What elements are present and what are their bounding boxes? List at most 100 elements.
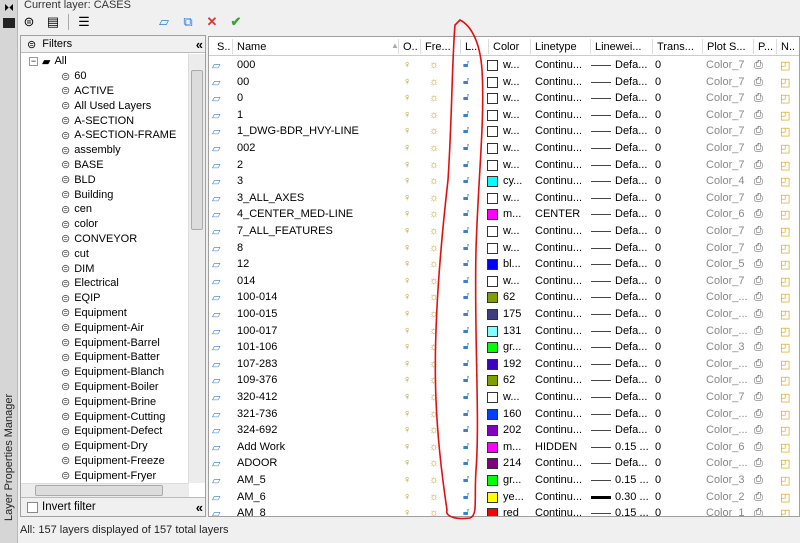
on-bulb-icon[interactable]: ♀ [403,92,411,104]
transparency[interactable]: 0 [655,208,661,220]
table-row[interactable]: ▱ 7_ALL_FEATURES ♀ ☼ 🔓︎ w... Continu... Defa...… [209,223,799,240]
transparency[interactable]: 0 [655,92,661,104]
plot-style[interactable]: Color_7 [706,59,745,71]
tree-node[interactable]: ⊜ ACTIVE [21,84,189,99]
table-row[interactable]: ▱ 0 ♀ ☼ 🔓︎ w... Continu... Defa... 0 Color_7 ⎙ ◰ [209,90,799,107]
lineweight[interactable]: Defa... [615,125,647,137]
color-name[interactable]: cy... [503,175,522,187]
table-row[interactable]: ▱ 320-412 ♀ ☼ 🔓︎ w... Continu... Defa... 0 Color_… [209,389,799,406]
column-header[interactable]: Color [493,41,519,53]
column-divider[interactable] [460,39,461,54]
lineweight[interactable]: 0.30 ... [615,491,649,503]
color-name[interactable]: 62 [503,374,515,386]
table-row[interactable]: ▱ 101-106 ♀ ☼ 🔓︎ gr... Continu... Defa... 0 Color… [209,339,799,356]
color-swatch[interactable] [487,441,498,453]
thaw-sun-icon[interactable]: ☼ [429,275,439,287]
new-vp-freeze-icon[interactable]: ◰ [780,441,790,454]
new-vp-freeze-icon[interactable]: ◰ [780,275,790,288]
linetype[interactable]: Continu... [535,159,582,171]
plot-style[interactable]: Color_5 [706,258,745,270]
thaw-sun-icon[interactable]: ☼ [429,291,439,303]
on-bulb-icon[interactable]: ♀ [403,142,411,154]
new-group-filter-icon[interactable]: ▤ [44,13,62,31]
color-swatch[interactable] [487,192,498,204]
lineweight[interactable]: Defa... [615,76,647,88]
layer-name[interactable]: 2 [237,159,243,171]
color-swatch[interactable] [487,242,498,254]
unlocked-icon[interactable]: 🔓︎ [463,474,469,485]
thaw-sun-icon[interactable]: ☼ [429,391,439,403]
tree-node[interactable]: ⊜ 60 [21,69,189,84]
thaw-sun-icon[interactable]: ☼ [429,92,439,104]
table-row[interactable]: ▱ 100-017 ♀ ☼ 🔓︎ 131 Continu... Defa... 0 Color_.… [209,323,799,340]
linetype[interactable]: CENTER [535,208,580,220]
on-bulb-icon[interactable]: ♀ [403,474,411,486]
plot-style[interactable]: Color_... [706,358,748,370]
table-row[interactable]: ▱ 3_ALL_AXES ♀ ☼ 🔓︎ w... Continu... Defa... 0 Col… [209,190,799,207]
linetype[interactable]: Continu... [535,507,582,516]
tree-node[interactable]: ⊜ BLD [21,172,189,187]
lineweight[interactable]: Defa... [615,341,647,353]
lineweight[interactable]: Defa... [615,325,647,337]
new-vp-freeze-icon[interactable]: ◰ [780,291,790,304]
plot-style[interactable]: Color_... [706,325,748,337]
on-bulb-icon[interactable]: ♀ [403,341,411,353]
unlocked-icon[interactable]: 🔓︎ [463,159,469,170]
layer-name[interactable]: 1 [237,109,243,121]
table-row[interactable]: ▱ 014 ♀ ☼ 🔓︎ w... Continu... Defa... 0 Color_7 ⎙ ◰ [209,273,799,290]
plot-printer-icon[interactable]: ⎙ [754,59,763,72]
tree-node[interactable]: ⊜ DIM [21,261,189,276]
on-bulb-icon[interactable]: ♀ [403,374,411,386]
thaw-sun-icon[interactable]: ☼ [429,76,439,88]
layer-name[interactable]: 107-283 [237,358,277,370]
plot-style[interactable]: Color_7 [706,192,745,204]
tree-node[interactable]: ⊜ Equipment-Blanch [21,365,189,380]
lineweight[interactable]: Defa... [615,408,647,420]
column-divider[interactable] [776,39,777,54]
new-vp-freeze-icon[interactable]: ◰ [780,424,790,437]
linetype[interactable]: Continu... [535,408,582,420]
new-vp-freeze-icon[interactable]: ◰ [780,474,790,487]
column-header[interactable]: Name [237,41,266,53]
column-divider[interactable] [232,39,233,54]
column-divider[interactable] [420,39,421,54]
on-bulb-icon[interactable]: ♀ [403,175,411,187]
color-name[interactable]: w... [503,391,520,403]
unlocked-icon[interactable]: 🔓︎ [463,175,469,186]
plot-printer-icon[interactable]: ⎙ [754,208,763,221]
lineweight[interactable]: Defa... [615,159,647,171]
color-name[interactable]: w... [503,159,520,171]
transparency[interactable]: 0 [655,175,661,187]
color-swatch[interactable] [487,491,498,503]
new-vp-freeze-icon[interactable]: ◰ [780,208,790,221]
new-vp-freeze-icon[interactable]: ◰ [780,325,790,338]
lineweight[interactable]: Defa... [615,192,647,204]
unlocked-icon[interactable]: 🔓︎ [463,391,469,402]
column-header[interactable]: Linetype [535,41,577,53]
linetype[interactable]: Continu... [535,142,582,154]
table-row[interactable]: ▱ 1_DWG-BDR_HVY-LINE ♀ ☼ 🔓︎ w... Continu... Def… [209,123,799,140]
column-divider[interactable] [702,39,703,54]
transparency[interactable]: 0 [655,159,661,171]
color-name[interactable]: w... [503,59,520,71]
linetype[interactable]: Continu... [535,192,582,204]
color-swatch[interactable] [487,358,498,370]
lineweight[interactable]: Defa... [615,142,647,154]
plot-style[interactable]: Color_3 [706,341,745,353]
color-swatch[interactable] [487,309,498,320]
tree-node[interactable]: ⊜ Equipment-Boiler [21,380,189,395]
column-divider[interactable] [530,39,531,54]
table-row[interactable]: ▱ 100-015 ♀ ☼ 🔓︎ 175 Continu... Defa... 0 Color_.… [209,306,799,323]
plot-style[interactable]: Color_... [706,308,748,320]
new-vp-freeze-icon[interactable]: ◰ [780,125,790,138]
color-name[interactable]: w... [503,142,520,154]
linetype[interactable]: Continu... [535,225,582,237]
color-name[interactable]: w... [503,125,520,137]
color-name[interactable]: 131 [503,325,521,337]
thaw-sun-icon[interactable]: ☼ [429,125,439,137]
on-bulb-icon[interactable]: ♀ [403,491,411,503]
table-row[interactable]: ▱ 107-283 ♀ ☼ 🔓︎ 192 Continu... Defa... 0 Color_.… [209,356,799,373]
thaw-sun-icon[interactable]: ☼ [429,408,439,420]
thaw-sun-icon[interactable]: ☼ [429,258,439,270]
tree-node[interactable]: ⊜ A-SECTION-FRAME [21,128,189,143]
